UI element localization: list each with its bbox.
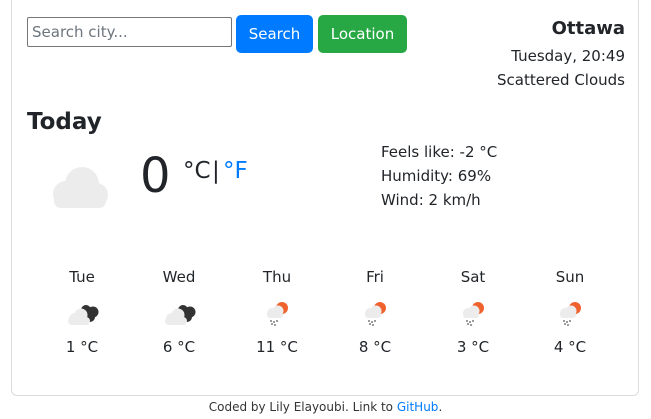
- search-button[interactable]: Search: [236, 15, 313, 53]
- wind: Wind: 2 km/h: [381, 191, 481, 209]
- sun-rain-icon: [463, 302, 484, 326]
- sun-rain-icon: [560, 302, 581, 326]
- unit-separator: |: [212, 158, 220, 184]
- forecast-day: Tue 1 °C: [33, 266, 131, 356]
- forecast-temp: 11 °C: [256, 338, 298, 356]
- forecast-day-name: Sat: [460, 268, 486, 286]
- forecast-day: Sun 4 °C: [521, 266, 619, 356]
- sun-rain-icon: [267, 302, 288, 326]
- footer-end: .: [438, 400, 443, 414]
- forecast-day-name: Sun: [555, 268, 585, 286]
- forecast-day-name: Thu: [262, 268, 292, 286]
- forecast-temp: 6 °C: [162, 338, 196, 356]
- github-link[interactable]: GitHub: [397, 400, 439, 414]
- forecast-row: Tue 1 °C Wed 6 °C Thu 11 °C Fri 8 °C Sat…: [33, 266, 619, 366]
- forecast-day-name: Wed: [162, 268, 196, 286]
- weather-description: Scattered Clouds: [497, 71, 625, 89]
- footer-text: Coded by Lily Elayoubi. Link to: [208, 400, 397, 414]
- location-button[interactable]: Location: [318, 15, 407, 53]
- celsius-toggle[interactable]: °C: [183, 158, 211, 184]
- sun-rain-icon: [365, 302, 386, 326]
- forecast-temp: 8 °C: [358, 338, 392, 356]
- forecast-day: Wed 6 °C: [130, 266, 228, 356]
- search-input[interactable]: [27, 17, 232, 47]
- date-time: Tuesday, 20:49: [511, 47, 625, 65]
- fahrenheit-link[interactable]: °F: [223, 158, 248, 184]
- forecast-day: Thu 11 °C: [228, 266, 326, 356]
- city-name: Ottawa: [551, 18, 625, 39]
- forecast-day-name: Tue: [69, 268, 95, 286]
- current-temperature: 0: [140, 148, 171, 204]
- forecast-day: Fri 8 °C: [326, 266, 424, 356]
- forecast-temp: 4 °C: [553, 338, 587, 356]
- humidity: Humidity: 69%: [381, 167, 492, 185]
- today-heading: Today: [27, 109, 102, 135]
- weather-details: Feels like: -2 °C Humidity: 69% Wind: 2 …: [381, 140, 497, 212]
- forecast-temp: 1 °C: [65, 338, 99, 356]
- feels-like: Feels like: -2 °C: [381, 143, 498, 161]
- footer: Coded by Lily Elayoubi. Link to GitHub.: [0, 400, 651, 414]
- forecast-day-name: Fri: [366, 268, 384, 286]
- forecast-temp: 3 °C: [456, 338, 490, 356]
- night-cloudy-icon: [68, 305, 99, 325]
- cloud-icon: [53, 167, 108, 208]
- forecast-day: Sat 3 °C: [424, 266, 522, 356]
- night-cloudy-icon: [165, 305, 196, 325]
